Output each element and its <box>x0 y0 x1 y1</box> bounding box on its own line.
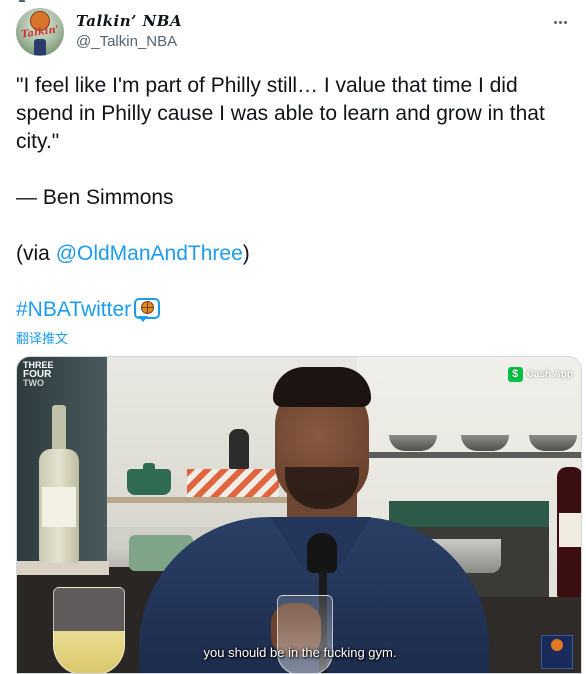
tweet-header: Talkin' Talkin’ NBA @_Talkin_NBA <box>16 8 576 60</box>
tweet-attribution: — Ben Simmons <box>16 186 174 209</box>
cash-app-icon: $ <box>507 367 523 382</box>
previous-tweet-clip: ▲ <box>0 0 586 4</box>
old-man-three-badge <box>541 635 573 669</box>
speaker <box>129 357 509 673</box>
translate-tweet-link[interactable]: 翻译推文 <box>16 328 68 347</box>
three-four-two-logo: THREE FOUR TWO <box>23 361 54 388</box>
wine-glass <box>277 595 333 673</box>
cash-app-label: Cash App <box>526 369 573 380</box>
logo-line-3: TWO <box>23 378 44 388</box>
hair <box>273 367 371 407</box>
more-options-button[interactable] <box>548 10 572 34</box>
microphone-icon <box>307 533 337 573</box>
video-subtitle: you should be in the fucking gym. <box>203 645 397 660</box>
wine-bottle-left <box>39 405 79 563</box>
wine-glass-foreground <box>53 587 125 673</box>
via-suffix: ) <box>242 242 250 265</box>
user-handle[interactable]: @_Talkin_NBA <box>76 33 177 50</box>
basketball-speech-bubble-icon <box>134 298 161 322</box>
hashtag-link[interactable]: #NBATwitter <box>16 296 131 324</box>
more-dots-icon <box>553 20 567 24</box>
via-prefix: (via <box>16 242 56 265</box>
via-mention-link[interactable]: @OldManAndThree <box>56 242 243 265</box>
basketball-icon <box>551 639 563 651</box>
display-name[interactable]: Talkin’ NBA <box>76 12 182 30</box>
tweet-via: (via @OldManAndThree) <box>16 240 250 268</box>
wine-bottle-right <box>557 467 581 597</box>
player-figure-icon <box>34 39 46 55</box>
tweet-hashtag-line: #NBATwitter <box>16 296 161 324</box>
avatar[interactable]: Talkin' <box>16 8 64 56</box>
cash-app-watermark: $ Cash App <box>507 367 573 382</box>
video-media[interactable]: THREE FOUR TWO $ Cash App you should be … <box>16 356 582 674</box>
tweet-quote: "I feel like I'm part of Philly still… I… <box>16 74 545 153</box>
cutting-board <box>17 561 109 575</box>
